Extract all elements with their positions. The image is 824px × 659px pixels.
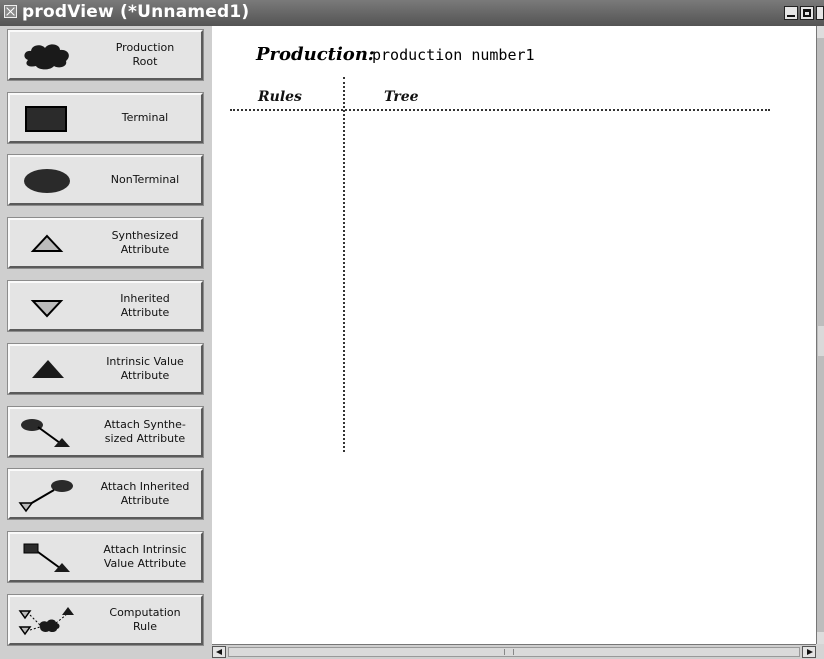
tool-label: Production Root <box>115 41 175 68</box>
tool-inherited-attribute[interactable]: Inherited Attribute <box>7 280 204 332</box>
triangle-up-outline-icon <box>30 234 64 252</box>
ellipse-icon <box>24 169 70 193</box>
attach-intrinsic-icon <box>23 543 70 572</box>
tool-label: Terminal <box>121 111 169 124</box>
close-button[interactable] <box>816 6 824 20</box>
tool-nonterminal[interactable]: NonTerminal <box>7 154 204 206</box>
rules-header: Rules <box>258 89 302 105</box>
prodview-window: prodView (*Unnamed1) Production Root Ter… <box>0 0 824 659</box>
rectangle-icon <box>25 106 67 132</box>
tool-production-root[interactable]: Production Root <box>7 29 204 81</box>
column-divider <box>343 77 345 452</box>
production-canvas[interactable]: Production: production number1 Rules Tre… <box>212 26 816 644</box>
computation-rule-icon <box>18 607 74 636</box>
cloud-icon <box>24 44 69 70</box>
tool-attach-inherited-attribute[interactable]: Attach Inherited Attribute <box>7 468 204 520</box>
tool-label: Inherited Attribute <box>120 292 170 319</box>
production-name[interactable]: production number1 <box>372 46 535 64</box>
production-title-label: Production: <box>256 44 375 65</box>
attach-synthesized-icon <box>21 419 70 447</box>
scroll-left-button[interactable] <box>212 646 226 658</box>
tool-label: Computation Rule <box>109 606 181 633</box>
tool-label: Synthesized Attribute <box>111 229 179 256</box>
tool-label: Attach Synthe- sized Attribute <box>104 418 186 445</box>
scroll-right-button[interactable] <box>802 646 816 658</box>
tree-header: Tree <box>384 89 419 105</box>
tool-label: Attach Intrinsic Value Attribute <box>103 543 187 570</box>
tool-terminal[interactable]: Terminal <box>7 92 204 144</box>
tool-label: Intrinsic Value Attribute <box>106 355 184 382</box>
triangle-down-outline-icon <box>30 300 64 318</box>
vertical-scroll-thumb[interactable] <box>818 326 824 356</box>
scroll-grip-icon <box>504 649 514 655</box>
tool-synthesized-attribute[interactable]: Synthesized Attribute <box>7 217 204 269</box>
tool-intrinsic-value-attribute[interactable]: Intrinsic Value Attribute <box>7 343 204 395</box>
tool-computation-rule[interactable]: Computation Rule <box>7 594 204 646</box>
title-bar[interactable]: prodView (*Unnamed1) <box>0 0 824 26</box>
minimize-button[interactable] <box>784 6 798 20</box>
attach-inherited-icon <box>18 480 73 513</box>
triangle-up-filled-icon <box>32 360 64 378</box>
vertical-scrollbar[interactable] <box>816 26 824 644</box>
horizontal-scroll-thumb[interactable] <box>228 647 800 657</box>
tool-attach-intrinsic-value-attribute[interactable]: Attach Intrinsic Value Attribute <box>7 531 204 583</box>
header-divider <box>230 109 770 111</box>
horizontal-scrollbar[interactable] <box>212 644 816 659</box>
scroll-up-button[interactable] <box>817 26 824 38</box>
tool-label: NonTerminal <box>110 173 180 186</box>
window-title: prodView (*Unnamed1) <box>22 2 250 22</box>
tool-label: Attach Inherited Attribute <box>100 480 190 507</box>
scroll-down-button[interactable] <box>817 632 824 644</box>
maximize-button[interactable] <box>800 6 814 20</box>
tool-palette: Production Root Terminal NonTerminal Syn… <box>0 26 212 659</box>
window-menu-icon[interactable] <box>4 5 17 18</box>
tool-attach-synthesized-attribute[interactable]: Attach Synthe- sized Attribute <box>7 406 204 458</box>
